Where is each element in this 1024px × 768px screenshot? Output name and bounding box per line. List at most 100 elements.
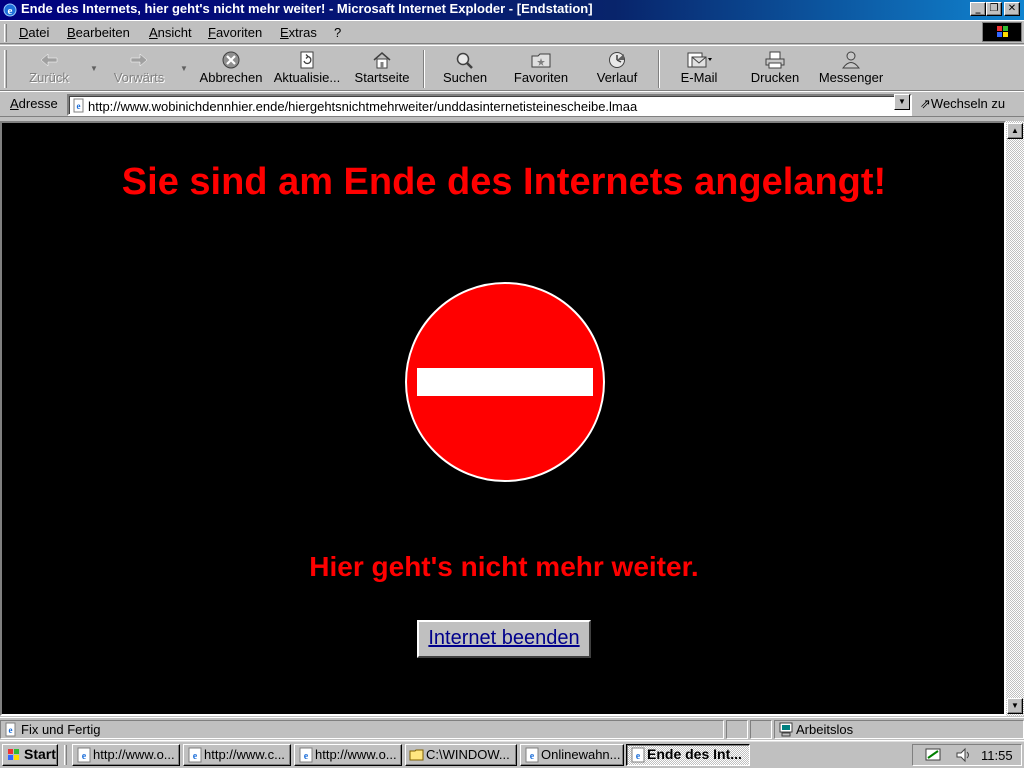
print-button[interactable]: Drucken — [744, 49, 806, 89]
ie-icon: e — [188, 747, 202, 763]
refresh-button[interactable]: Aktualisie... — [270, 49, 344, 89]
task-label: http://www.o... — [315, 747, 397, 762]
menu-help[interactable]: ? — [334, 25, 341, 40]
task-label: http://www.o... — [93, 747, 175, 762]
exit-internet-button[interactable]: Internet beenden — [417, 620, 591, 658]
forward-dropdown-icon[interactable]: ▼ — [180, 64, 188, 73]
home-icon — [373, 52, 391, 69]
home-button[interactable]: Startseite — [350, 49, 414, 89]
status-panel: e Fix und Fertig — [0, 720, 724, 739]
taskbar: Start e http://www.o... e http://www.c..… — [0, 740, 1024, 768]
computer-zone-icon — [779, 722, 793, 737]
svg-text:e: e — [193, 751, 198, 762]
status-panel-lock — [726, 720, 748, 739]
messenger-button[interactable]: Messenger — [814, 49, 888, 89]
go-label: Wechseln zu — [930, 96, 1006, 111]
status-panel-extra — [750, 720, 772, 739]
status-bar: e Fix und Fertig Arbeitslos — [0, 717, 1024, 739]
search-icon — [456, 52, 473, 69]
stop-label: Abbrechen — [199, 70, 263, 85]
scroll-down-icon[interactable]: ▼ — [1007, 698, 1023, 714]
status-text: Fix und Fertig — [21, 722, 101, 737]
taskbar-button[interactable]: e http://www.o... — [294, 744, 402, 766]
vertical-scrollbar[interactable]: ▲ ▼ — [1006, 121, 1024, 716]
svg-text:e: e — [82, 751, 87, 762]
address-dropdown-icon[interactable]: ▼ — [894, 94, 910, 110]
ie-icon: e — [525, 747, 539, 763]
back-dropdown-icon[interactable]: ▼ — [90, 64, 98, 73]
svg-text:e: e — [530, 751, 535, 762]
task-label: http://www.c... — [204, 747, 285, 762]
network-tray-icon[interactable] — [925, 747, 943, 763]
minimize-button[interactable]: _ — [970, 2, 986, 16]
search-button[interactable]: Suchen — [436, 49, 494, 89]
zone-text: Arbeitslos — [796, 722, 854, 737]
start-button[interactable]: Start — [2, 744, 58, 766]
taskbar-button[interactable]: e http://www.o... — [72, 744, 180, 766]
page-content[interactable]: Sie sind am Ende des Internets angelangt… — [0, 121, 1006, 716]
home-label: Startseite — [354, 70, 410, 85]
start-label: Start — [24, 746, 56, 762]
windows-flag-icon — [8, 749, 19, 760]
menu-bearbeiten[interactable]: Bearbeiten — [67, 25, 130, 40]
mail-button[interactable]: E-Mail — [670, 49, 728, 89]
go-button[interactable]: ⇗Wechseln zu — [920, 96, 1005, 112]
svg-text:e: e — [9, 725, 13, 735]
svg-text:e: e — [77, 101, 81, 111]
taskbar-button[interactable]: C:\WINDOW... — [405, 744, 517, 766]
ie-logo-icon: e — [3, 3, 17, 17]
history-button[interactable]: Verlauf — [586, 49, 648, 89]
task-label: Onlinewahn... — [541, 747, 621, 762]
no-entry-sign-icon — [405, 282, 605, 482]
menu-datei[interactable]: Datei — [19, 25, 49, 40]
ie-icon: e — [77, 747, 91, 763]
address-label: Adresse — [10, 96, 58, 111]
favorites-button[interactable]: Favoriten — [506, 49, 576, 89]
taskbar-button[interactable]: e Onlinewahn... — [520, 744, 624, 766]
search-label: Suchen — [442, 70, 488, 85]
window-title: Ende des Internets, hier geht's nicht me… — [21, 1, 593, 16]
title-bar[interactable]: e Ende des Internets, hier geht's nicht … — [0, 0, 1024, 20]
address-url: http://www.wobinichdennhier.ende/hiergeh… — [88, 99, 638, 114]
refresh-icon — [300, 51, 314, 69]
back-button[interactable]: Zurück — [18, 49, 80, 89]
page-subline: Hier geht's nicht mehr weiter. — [309, 551, 699, 582]
svg-text:e: e — [636, 751, 641, 762]
forward-button[interactable]: Vorwärts — [106, 49, 172, 89]
system-tray: 11:55 — [912, 744, 1022, 766]
history-label: Verlauf — [596, 70, 638, 85]
page-headline: Sie sind am Ende des Internets angelangt… — [121, 161, 887, 203]
taskbar-button[interactable]: e http://www.c... — [183, 744, 291, 766]
address-input[interactable]: e http://www.wobinichdennhier.ende/hierg… — [67, 94, 912, 116]
stop-icon — [222, 51, 240, 69]
messenger-label: Messenger — [818, 70, 884, 85]
print-icon — [765, 51, 785, 69]
svg-text:e: e — [8, 5, 13, 17]
toolbar-separator — [423, 50, 425, 88]
menu-grip[interactable] — [4, 24, 7, 42]
folder-icon — [409, 749, 424, 761]
ie-icon: e — [631, 747, 645, 763]
forward-label: Vorwärts — [113, 70, 165, 85]
close-button[interactable]: ✕ — [1004, 2, 1020, 16]
taskbar-grip[interactable] — [64, 745, 67, 765]
restore-button[interactable]: ❐ — [986, 2, 1002, 16]
messenger-icon — [842, 51, 860, 69]
history-icon — [609, 52, 625, 68]
go-arrow-icon: ⇗ — [920, 96, 931, 111]
stop-button[interactable]: Abbrechen — [196, 49, 266, 89]
clock[interactable]: 11:55 — [981, 748, 1013, 763]
task-label: C:\WINDOW... — [426, 747, 510, 762]
menu-extras[interactable]: Extras — [280, 25, 317, 40]
print-label: Drucken — [750, 70, 800, 85]
menu-ansicht[interactable]: Ansicht — [149, 25, 192, 40]
menu-bar: Datei Bearbeiten Ansicht Favoriten Extra… — [0, 20, 1024, 44]
favorites-icon — [531, 53, 551, 68]
scroll-up-icon[interactable]: ▲ — [1007, 123, 1023, 139]
taskbar-button-active[interactable]: e Ende des Int... — [626, 744, 750, 766]
back-arrow-icon — [40, 53, 58, 67]
address-bar: Adresse e http://www.wobinichdennhier.en… — [0, 91, 1024, 117]
menu-favoriten[interactable]: Favoriten — [208, 25, 262, 40]
volume-icon[interactable] — [955, 747, 973, 763]
toolbar-grip[interactable] — [4, 50, 7, 88]
